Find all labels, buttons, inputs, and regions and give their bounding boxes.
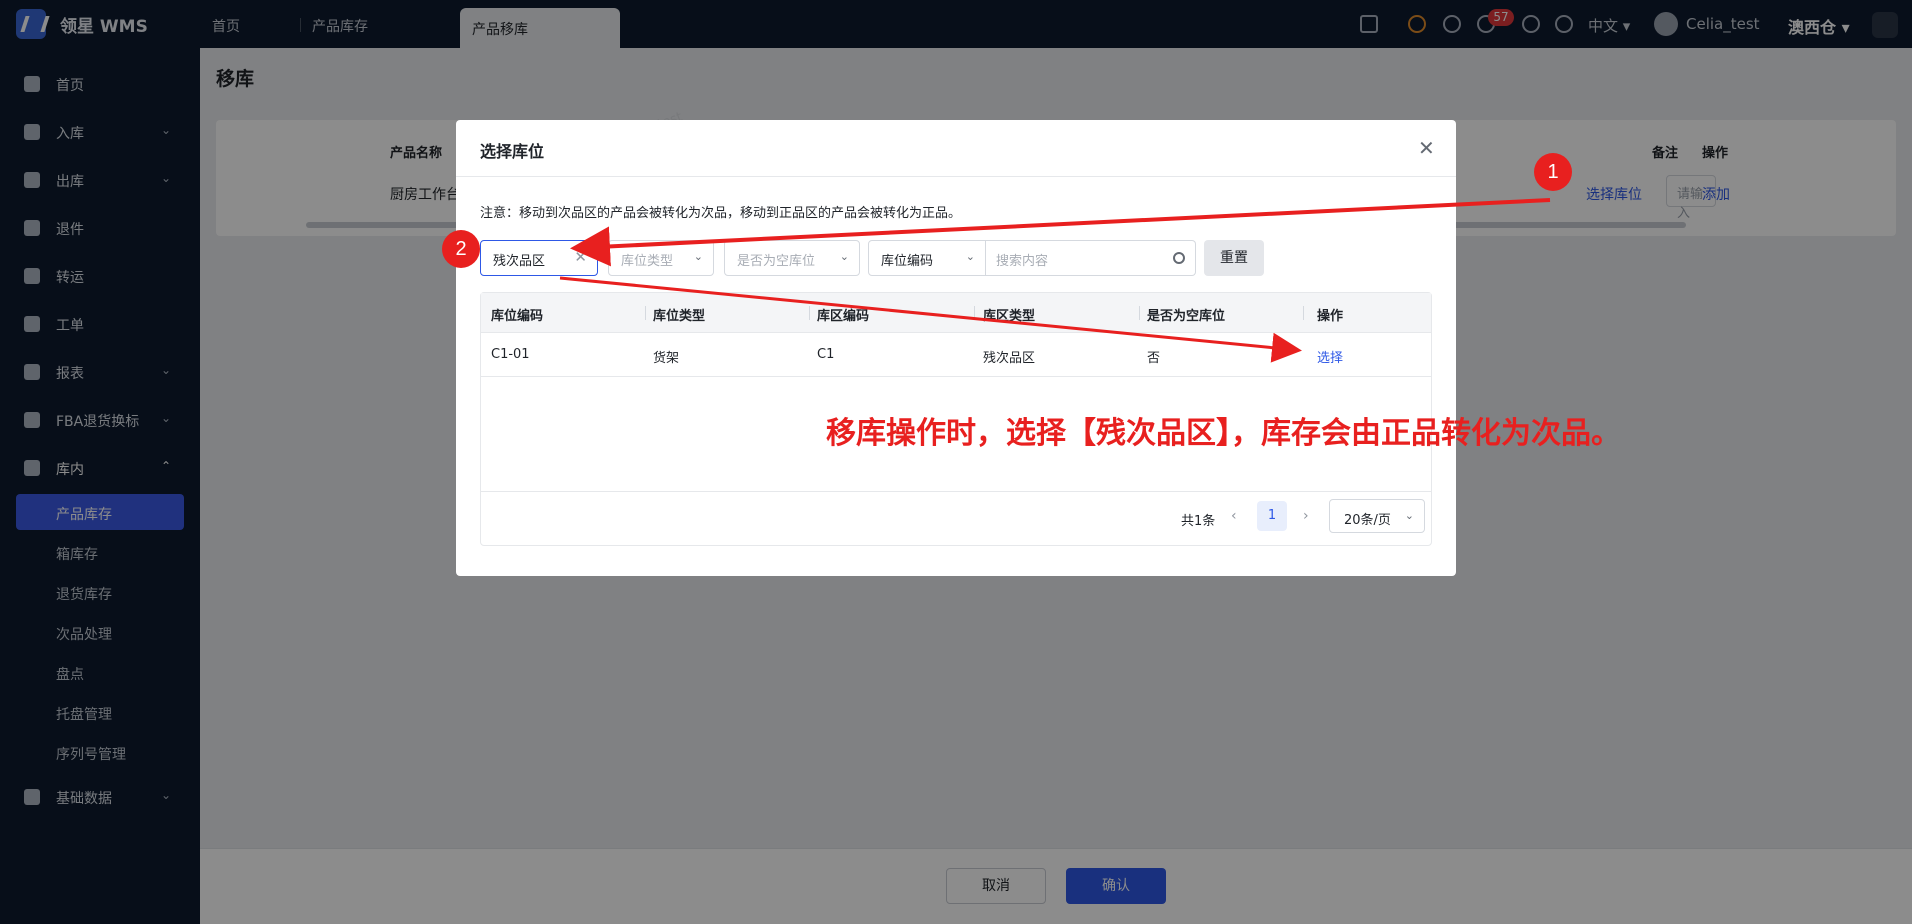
zone-type-cell: 残次品区 — [983, 351, 1036, 366]
column-header: 操作 — [1317, 309, 1344, 324]
search-field-select[interactable]: 库位编码 ⌄ — [868, 240, 986, 276]
location-type-cell: 货架 — [653, 351, 680, 366]
location-type-placeholder: 库位类型 — [621, 254, 674, 269]
chevron-left-icon[interactable]: ‹ — [1231, 508, 1237, 524]
annotation-marker-1: 1 — [1534, 153, 1572, 191]
dialog-title: 选择库位 — [480, 142, 545, 161]
close-icon[interactable]: ✕ — [1418, 138, 1435, 158]
chevron-down-icon: ⌄ — [965, 250, 975, 263]
page-size-select[interactable]: 20条/页 ⌄ — [1329, 499, 1425, 533]
is-empty-cell: 否 — [1147, 351, 1161, 366]
column-header: 库区编码 — [817, 309, 870, 324]
search-icon[interactable] — [1173, 252, 1185, 264]
total-count: 共1条 — [1181, 514, 1216, 529]
reset-button[interactable]: 重置 — [1204, 240, 1264, 276]
search-placeholder: 搜索内容 — [996, 254, 1049, 269]
search-input[interactable]: 搜索内容 — [984, 240, 1196, 276]
column-header: 库位编码 — [491, 309, 544, 324]
divider — [456, 176, 1456, 177]
select-link[interactable]: 选择 — [1317, 347, 1343, 366]
column-divider — [809, 306, 810, 320]
search-field-value: 库位编码 — [881, 254, 934, 269]
column-divider — [974, 306, 975, 320]
chevron-right-icon[interactable]: › — [1303, 508, 1309, 524]
column-header: 库区类型 — [983, 309, 1036, 324]
notice-text: 注意：移动到次品区的产品会被转化为次品，移动到正品区的产品会被转化为正品。 — [480, 206, 962, 221]
chevron-down-icon: ⌄ — [693, 250, 703, 263]
annotation-note: 移库操作时，选择【残次品区】，库存会由正品转化为次品。 — [826, 416, 1621, 451]
divider — [481, 491, 1431, 492]
table-row: C1-01 货架 C1 残次品区 否 选择 — [481, 333, 1431, 377]
column-divider — [1303, 306, 1304, 320]
column-header: 是否为空库位 — [1147, 309, 1226, 324]
annotation-marker-2: 2 — [442, 230, 480, 268]
table-header: 库位编码 库位类型 库区编码 库区类型 是否为空库位 操作 — [481, 293, 1431, 333]
empty-location-select[interactable]: 是否为空库位 ⌄ — [724, 240, 860, 276]
select-location-dialog: 选择库位 ✕ 注意：移动到次品区的产品会被转化为次品，移动到正品区的产品会被转化… — [456, 120, 1456, 576]
chevron-down-icon: ⌄ — [1404, 509, 1414, 522]
chevron-down-icon: ⌄ — [839, 250, 849, 263]
location-type-select[interactable]: 库位类型 ⌄ — [608, 240, 714, 276]
zone-code-cell: C1 — [817, 347, 835, 362]
page-number-button[interactable]: 1 — [1257, 501, 1287, 531]
zone-type-select[interactable]: 残次品区 ✕ — [480, 240, 598, 276]
empty-location-placeholder: 是否为空库位 — [737, 254, 816, 269]
zone-type-value: 残次品区 — [493, 254, 546, 269]
column-divider — [645, 306, 646, 320]
location-code-cell: C1-01 — [491, 347, 530, 362]
column-divider — [1139, 306, 1140, 320]
column-header: 库位类型 — [653, 309, 706, 324]
page-size-value: 20条/页 — [1344, 513, 1391, 528]
clear-icon[interactable]: ✕ — [574, 248, 587, 266]
